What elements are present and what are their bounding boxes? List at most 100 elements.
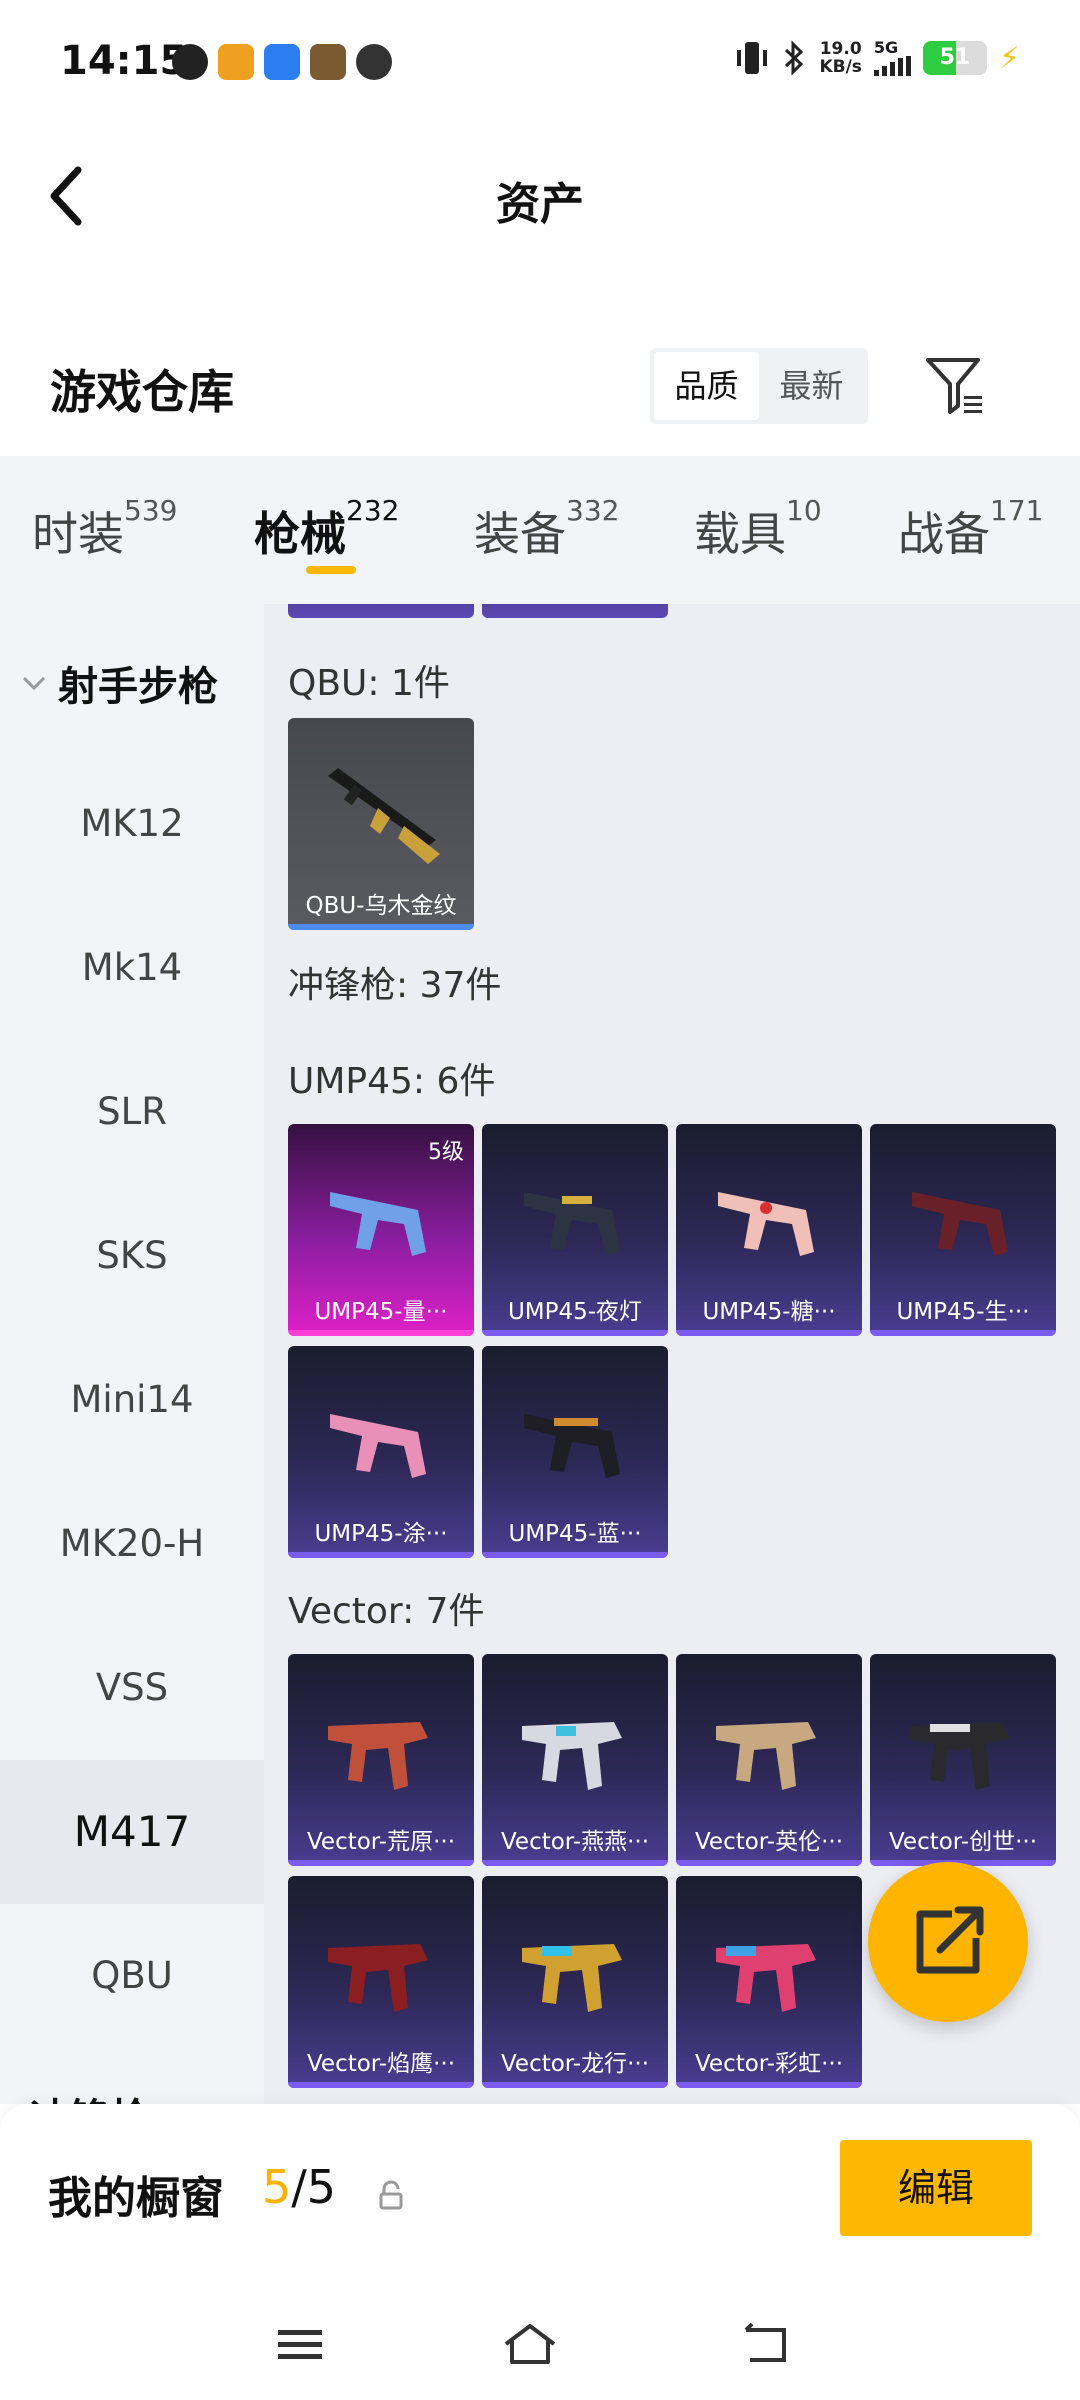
item-card[interactable]: Vector-燕燕··· — [482, 1654, 668, 1866]
item-card-label: UMP45-量··· — [314, 1299, 448, 1325]
rifle-icon — [328, 768, 440, 864]
tab-equipment[interactable]: 装备332 — [474, 494, 619, 564]
tab-supplies[interactable]: 战备171 — [898, 494, 1043, 564]
tab-label: 时装 — [32, 507, 124, 561]
sort-quality-button[interactable]: 品质 — [654, 352, 759, 420]
network-type: 5G — [873, 38, 899, 57]
item-card-label: Vector-英伦··· — [694, 1829, 844, 1855]
tab-count: 539 — [124, 494, 178, 527]
showcase-count-total: 5 — [306, 2160, 337, 2214]
rarity-stripe — [288, 2082, 474, 2088]
charging-icon: ⚡ — [998, 40, 1020, 76]
item-card[interactable]: Vector-英伦··· — [676, 1654, 862, 1866]
item-card[interactable]: UMP45-蓝··· — [482, 1346, 668, 1558]
tab-label: 枪械 — [254, 507, 346, 561]
item-card[interactable]: Vector-荒原··· — [288, 1654, 474, 1866]
smg-icon — [716, 1722, 816, 1790]
signal: 5G — [873, 38, 911, 76]
rarity-stripe — [288, 1330, 474, 1336]
section-label-vector: Vector: 7件 — [288, 1591, 485, 1632]
tab-count: 10 — [786, 494, 822, 527]
item-card[interactable]: Vector-创世··· — [870, 1654, 1056, 1866]
tab-firearms[interactable]: 枪械232 — [254, 494, 399, 564]
notification-icons — [172, 44, 392, 80]
item-card-label: UMP45-涂··· — [314, 1521, 448, 1547]
menu-icon[interactable] — [270, 2320, 330, 2370]
item-card-peek[interactable] — [482, 604, 668, 618]
showcase-label: 我的橱窗 — [48, 2173, 224, 2224]
tab-fashion[interactable]: 时装539 — [32, 494, 177, 564]
tab-count: 332 — [566, 494, 620, 527]
item-card[interactable]: Vector-焰鹰··· — [288, 1876, 474, 2088]
sidebar-item-mk12[interactable]: MK12 — [0, 752, 264, 896]
tab-count: 171 — [990, 494, 1044, 527]
item-card[interactable]: UMP45-糖··· — [676, 1124, 862, 1336]
net-speed: 19.0 KB/s — [819, 40, 861, 76]
rarity-stripe — [482, 2082, 668, 2088]
sidebar-item-qbu[interactable]: QBU — [0, 1904, 264, 2048]
rarity-stripe — [482, 1860, 668, 1866]
tab-count: 232 — [346, 494, 400, 527]
rarity-stripe — [676, 1330, 862, 1336]
smg-icon — [910, 1722, 1010, 1790]
item-card[interactable]: QBU-乌木金纹 — [288, 718, 474, 930]
battery-icon: 51 — [922, 41, 987, 75]
vibrate-icon — [737, 42, 768, 74]
smg-icon — [912, 1192, 1008, 1256]
tab-label: 装备 — [474, 507, 566, 561]
rarity-stripe — [288, 1552, 474, 1558]
edit-button[interactable]: 编辑 — [840, 2140, 1032, 2236]
showcase-count-separator: / — [291, 2160, 307, 2214]
notification-app-icon — [172, 44, 208, 80]
rarity-stripe — [676, 1860, 862, 1866]
filter-icon — [926, 358, 982, 414]
item-card-label: UMP45-生··· — [896, 1299, 1030, 1325]
item-card[interactable]: 5级 UMP45-量··· — [288, 1124, 474, 1336]
item-card[interactable]: Vector-彩虹··· — [676, 1876, 862, 2088]
filter-button[interactable] — [920, 350, 990, 420]
rarity-stripe — [482, 1330, 668, 1336]
rarity-stripe — [482, 1552, 668, 1558]
sidebar-item-sks[interactable]: SKS — [0, 1184, 264, 1328]
sidebar-item-mk20h[interactable]: MK20-H — [0, 1472, 264, 1616]
status-indicators: 19.0 KB/s 5G 51 ⚡ — [735, 40, 1020, 76]
page-title: 资产 — [496, 179, 584, 230]
sidebar-item-slr[interactable]: SLR — [0, 1040, 264, 1184]
home-icon[interactable] — [500, 2320, 560, 2370]
item-card-peek[interactable] — [288, 604, 474, 618]
smg-icon — [522, 1944, 622, 2012]
sidebar-item-m417[interactable]: M417 — [0, 1760, 264, 1904]
smg-icon — [524, 1192, 620, 1256]
section-label-ump45: UMP45: 6件 — [288, 1061, 496, 1102]
sidebar-item-mk14[interactable]: Mk14 — [0, 896, 264, 1040]
smg-icon — [330, 1414, 426, 1478]
sidebar-group-dmr[interactable]: 射手步枪 — [20, 654, 218, 712]
item-card-label: Vector-焰鹰··· — [306, 2051, 456, 2077]
item-card[interactable]: UMP45-夜灯 — [482, 1124, 668, 1336]
sort-toggle: 品质 最新 — [650, 348, 868, 424]
item-card-label: Vector-创世··· — [888, 1829, 1038, 1855]
signal-icon — [873, 56, 911, 76]
rarity-stripe — [870, 1330, 1056, 1336]
sidebar-item-mini14[interactable]: Mini14 — [0, 1328, 264, 1472]
bluetooth-icon — [785, 40, 804, 76]
share-button[interactable] — [868, 1862, 1028, 2022]
back-nav-icon[interactable] — [736, 2320, 796, 2370]
status-bar: 14:15 19.0 KB/s 5G 51 ⚡ — [0, 0, 1080, 128]
smg-icon — [522, 1722, 622, 1790]
showcase-bar: 我的橱窗 5/5 编辑 — [0, 2104, 1080, 2290]
item-card-label: Vector-燕燕··· — [500, 1829, 650, 1855]
item-card[interactable]: Vector-龙行··· — [482, 1876, 668, 2088]
sidebar-group-smg[interactable]: 冲锋枪 — [30, 2086, 150, 2104]
sidebar-item-vss[interactable]: VSS — [0, 1616, 264, 1760]
rarity-stripe — [676, 2082, 862, 2088]
item-card[interactable]: UMP45-生··· — [870, 1124, 1056, 1336]
smg-icon — [718, 1192, 814, 1256]
sidebar-group-label: 射手步枪 — [58, 664, 218, 710]
showcase-count-current: 5 — [262, 2160, 292, 2214]
section-label-smg: 冲锋枪: 37件 — [288, 965, 502, 1006]
tab-vehicles[interactable]: 载具10 — [694, 494, 822, 564]
notification-app-icon — [218, 44, 254, 80]
item-card[interactable]: UMP45-涂··· — [288, 1346, 474, 1558]
sort-newest-button[interactable]: 最新 — [759, 352, 864, 420]
